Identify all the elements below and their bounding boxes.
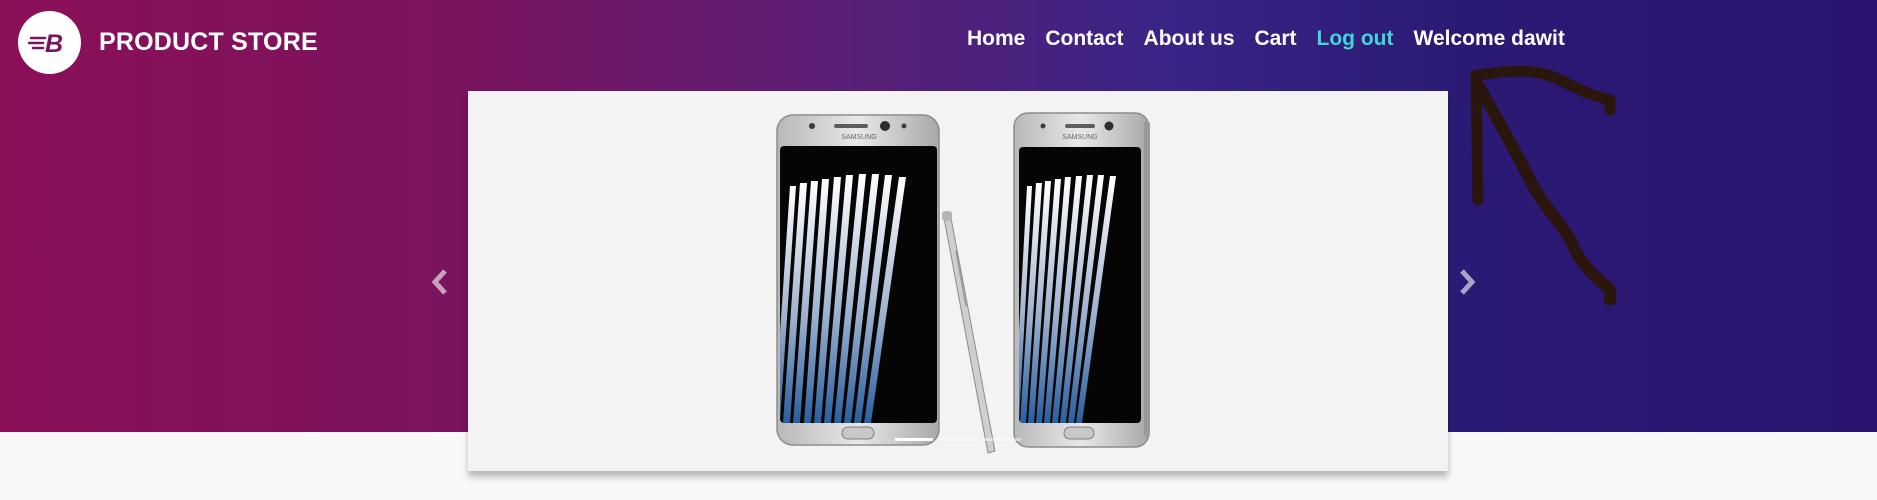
carousel-indicators — [895, 438, 1021, 441]
chevron-left-icon — [431, 269, 447, 295]
nav-home-link[interactable]: Home — [967, 27, 1025, 51]
brand-logo-svg: B — [27, 30, 63, 57]
phone-side-graphic: SAMSUNG — [1013, 112, 1150, 448]
carousel-indicator-1[interactable] — [895, 438, 933, 441]
page: B PRODUCT STORE Home Contact About us Ca… — [0, 0, 1877, 500]
carousel-indicator-2[interactable] — [939, 438, 977, 441]
phone-front-graphic: SAMSUNG — [776, 114, 940, 446]
welcome-user-text: Welcome dawit — [1413, 27, 1565, 50]
phone-front-brand-label: SAMSUNG — [841, 134, 876, 141]
carousel-prev-button[interactable] — [425, 264, 455, 300]
carousel-indicator-3[interactable] — [983, 438, 1021, 441]
carousel-slide-image: SAMSUNG SAMSUNG — [468, 91, 1448, 471]
phone-side-brand-label: SAMSUNG — [1062, 134, 1097, 141]
brand-b-icon: B — [18, 10, 81, 74]
navbar: B PRODUCT STORE Home Contact About us Ca… — [0, 0, 1877, 84]
carousel-next-button[interactable] — [1452, 264, 1482, 300]
nav-contact-link[interactable]: Contact — [1045, 27, 1123, 51]
brand-logo-letter: B — [45, 30, 63, 57]
chevron-right-icon — [1460, 269, 1476, 295]
brand-name[interactable]: PRODUCT STORE — [99, 28, 318, 57]
brand-link[interactable]: B PRODUCT STORE — [18, 10, 318, 74]
product-carousel[interactable]: SAMSUNG SAMSUNG — [468, 91, 1448, 471]
nav-cart-link[interactable]: Cart — [1255, 27, 1297, 51]
nav-logout-link[interactable]: Log out — [1317, 27, 1394, 51]
nav-about-link[interactable]: About us — [1144, 27, 1235, 51]
main-nav: Home Contact About us Cart Log out Welco… — [967, 27, 1565, 51]
